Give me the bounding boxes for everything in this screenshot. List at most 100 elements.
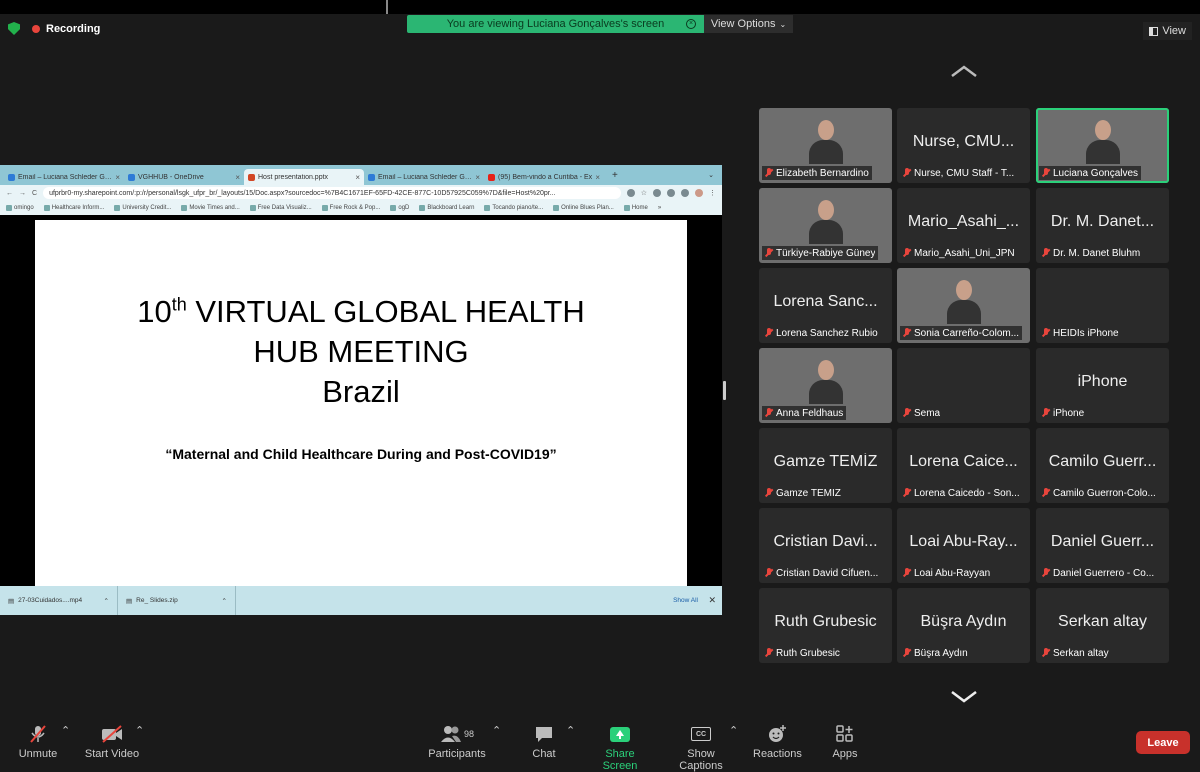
- bookmark-star-icon[interactable]: ☆: [641, 189, 647, 197]
- download-item[interactable]: ▤ Re_ Slides.zip ⌃: [118, 586, 236, 615]
- bookmark-item[interactable]: ogD: [390, 205, 409, 211]
- close-icon[interactable]: ×: [595, 173, 600, 182]
- browser-tab[interactable]: (95) Bem-vindo a Curitiba - Ex ×: [484, 169, 604, 185]
- share-icon[interactable]: [626, 189, 635, 197]
- participant-tile[interactable]: Camilo Guerr... Camilo Guerron-Colo...: [1036, 428, 1169, 503]
- participant-tile[interactable]: Türkiye-Rabiye Güney: [759, 188, 892, 263]
- start-video-button[interactable]: Start Video: [84, 724, 140, 760]
- participant-tile[interactable]: Anna Feldhaus: [759, 348, 892, 423]
- participant-tile[interactable]: Ruth Grubesic Ruth Grubesic: [759, 588, 892, 663]
- browser-tab[interactable]: Email – Luciana Schleder Gonçalves×: [364, 169, 484, 185]
- view-options-button[interactable]: View Options ⌄: [704, 15, 793, 33]
- participant-tile[interactable]: Sema: [897, 348, 1030, 423]
- forward-icon[interactable]: →: [19, 190, 26, 197]
- participants-button[interactable]: 98 Participants: [428, 724, 486, 760]
- bookmark-item[interactable]: Online Blues Plan...: [553, 205, 614, 211]
- resize-handle[interactable]: [723, 381, 726, 400]
- title-number: 10: [137, 294, 172, 329]
- tab-label: Host presentation.pptx: [258, 173, 329, 181]
- participant-tile[interactable]: Lorena Sanc... Lorena Sanchez Rubio: [759, 268, 892, 343]
- chevron-up-icon[interactable]: ⌃: [729, 724, 738, 737]
- back-icon[interactable]: ←: [6, 190, 13, 197]
- browser-tab-strip: Email – Luciana Schleder Gonçalves×VGHHU…: [0, 165, 722, 185]
- show-all-link[interactable]: Show All: [673, 597, 698, 604]
- bookmark-favicon-icon: [43, 205, 50, 211]
- participant-tile[interactable]: Lorena Caice... Lorena Caicedo - Son...: [897, 428, 1030, 503]
- muted-mic-icon: [1042, 648, 1050, 658]
- participant-tile[interactable]: Serkan altay Serkan altay: [1036, 588, 1169, 663]
- chevron-up-icon[interactable]: [950, 64, 978, 78]
- reading-list-icon[interactable]: [667, 189, 675, 197]
- participant-tile[interactable]: Luciana Gonçalves: [1036, 108, 1169, 183]
- participant-tile[interactable]: Büşra Aydın Büşra Aydın: [897, 588, 1030, 663]
- bookmark-item[interactable]: omingo: [6, 205, 34, 211]
- sidebar-icon[interactable]: [681, 189, 689, 197]
- reactions-button[interactable]: Reactions: [753, 724, 802, 760]
- new-tab-icon[interactable]: +: [612, 170, 618, 181]
- extensions-icon[interactable]: [653, 189, 661, 197]
- apps-button[interactable]: Apps: [829, 724, 861, 760]
- chevron-up-icon[interactable]: ⌃: [492, 724, 501, 737]
- close-icon[interactable]: ×: [115, 173, 120, 182]
- participant-tile[interactable]: Sonia Carreño-Colom...: [897, 268, 1030, 343]
- close-icon[interactable]: ×: [475, 173, 480, 182]
- chevron-down-icon[interactable]: [950, 690, 978, 704]
- chevron-up-icon[interactable]: ⌃: [135, 724, 144, 737]
- unmute-button[interactable]: Unmute: [18, 724, 58, 760]
- security-shield-icon[interactable]: [8, 22, 20, 35]
- recording-label: Recording: [46, 22, 101, 35]
- bookmark-label: Blackboard Learn: [427, 205, 475, 211]
- participant-tile[interactable]: Loai Abu-Ray... Loai Abu-Rayyan: [897, 508, 1030, 583]
- participant-tile[interactable]: HEIDIs iPhone: [1036, 268, 1169, 343]
- participants-icon: [440, 726, 461, 742]
- more-bookmarks-icon[interactable]: »: [658, 205, 661, 211]
- tab-search-icon[interactable]: ⌄: [708, 171, 714, 179]
- muted-mic-icon: [1042, 168, 1050, 178]
- chevron-up-icon[interactable]: ⌃: [104, 597, 109, 605]
- recording-indicator[interactable]: Recording: [8, 22, 100, 35]
- menu-kebab-icon[interactable]: ⋮: [709, 189, 716, 197]
- reload-icon[interactable]: C: [32, 190, 37, 197]
- participant-tile[interactable]: Mario_Asahi_... Mario_Asahi_Uni_JPN: [897, 188, 1030, 263]
- bookmark-label: University Credit...: [122, 205, 172, 211]
- presentation-slide: 10th VIRTUAL GLOBAL HEALTH HUB MEETING B…: [35, 220, 687, 586]
- view-button[interactable]: View: [1143, 22, 1192, 40]
- participant-tile[interactable]: Cristian Davi... Cristian David Cifuen...: [759, 508, 892, 583]
- bookmark-item[interactable]: University Credit...: [114, 205, 171, 211]
- participant-name-tag: Dr. M. Danet Bluhm: [1039, 246, 1143, 260]
- browser-tab[interactable]: VGHHUB - OneDrive ×: [124, 169, 244, 185]
- browser-tab[interactable]: Host presentation.pptx ×: [244, 169, 364, 185]
- chevron-up-icon[interactable]: ⌃: [61, 724, 70, 737]
- browser-tab[interactable]: Email – Luciana Schleder Gonçalves×: [4, 169, 124, 185]
- download-item[interactable]: ▤ 27-03Cuidados....mp4 ⌃: [0, 586, 118, 615]
- participant-tile[interactable]: Gamze TEMİZ Gamze TEMİZ: [759, 428, 892, 503]
- close-icon[interactable]: ×: [235, 173, 240, 182]
- bookmark-item[interactable]: Movie Times and...: [181, 205, 240, 211]
- participant-tile[interactable]: Dr. M. Danet... Dr. M. Danet Bluhm: [1036, 188, 1169, 263]
- bookmark-item[interactable]: Blackboard Learn: [419, 205, 474, 211]
- bookmark-item[interactable]: Healthcare Inform...: [43, 205, 104, 211]
- url-field[interactable]: ufprbr0-my.sharepoint.com/:p:/r/personal…: [43, 187, 621, 199]
- bookmark-item[interactable]: Free Rock & Pop...: [321, 205, 380, 211]
- participant-name: Büşra Aydın: [914, 647, 968, 659]
- chevron-down-icon: ⌄: [779, 19, 787, 29]
- bookmark-item[interactable]: Free Data Visualiz...: [249, 205, 312, 211]
- close-icon[interactable]: ✕: [708, 595, 716, 606]
- participant-name: Cristian David Cifuen...: [776, 567, 879, 579]
- bookmark-item[interactable]: Tocando piano/te...: [484, 205, 543, 211]
- url-text: ufprbr0-my.sharepoint.com/:p:/r/personal…: [49, 189, 556, 197]
- participant-tile[interactable]: iPhone iPhone: [1036, 348, 1169, 423]
- chevron-up-icon[interactable]: ⌃: [566, 724, 575, 737]
- participant-tile[interactable]: Nurse, CMU... Nurse, CMU Staff - T...: [897, 108, 1030, 183]
- bookmark-item[interactable]: Home: [623, 205, 648, 211]
- participant-name: HEIDIs iPhone: [1053, 327, 1119, 339]
- muted-mic-icon: [765, 648, 773, 658]
- close-icon[interactable]: ×: [686, 19, 696, 29]
- participant-tile[interactable]: Elizabeth Bernardino: [759, 108, 892, 183]
- close-icon[interactable]: ×: [355, 173, 360, 182]
- chevron-up-icon[interactable]: ⌃: [222, 597, 227, 605]
- profile-avatar[interactable]: [695, 189, 703, 197]
- leave-button[interactable]: Leave: [1136, 731, 1190, 754]
- participant-tile[interactable]: Daniel Guerr... Daniel Guerrero - Co...: [1036, 508, 1169, 583]
- chat-button[interactable]: Chat: [530, 724, 558, 760]
